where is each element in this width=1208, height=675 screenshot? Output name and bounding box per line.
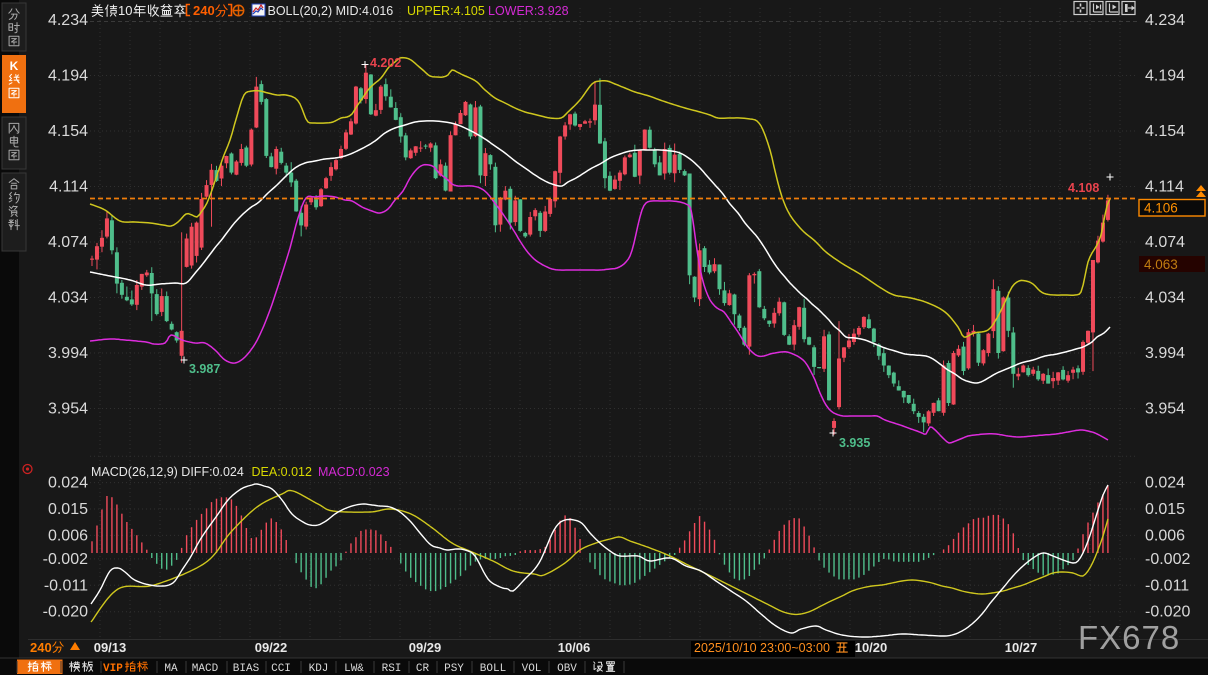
svg-text:09/13: 09/13	[94, 640, 127, 655]
svg-text:09/22: 09/22	[255, 640, 288, 655]
svg-text:BOLL: BOLL	[480, 663, 506, 675]
svg-text:4.074: 4.074	[1145, 234, 1185, 251]
svg-text:10: 10	[118, 3, 132, 18]
svg-text:09/29: 09/29	[409, 640, 442, 655]
svg-text:3.935: 3.935	[839, 436, 870, 450]
svg-text:10/27: 10/27	[1005, 640, 1038, 655]
svg-text:4.154: 4.154	[48, 123, 88, 140]
svg-text:-0.002: -0.002	[1145, 551, 1190, 568]
svg-text:FX678: FX678	[1078, 619, 1180, 656]
svg-text:2025/10/10 23:00~03:00: 2025/10/10 23:00~03:00	[694, 641, 830, 655]
svg-text:4.063: 4.063	[1144, 257, 1178, 272]
svg-text:0.006: 0.006	[48, 527, 88, 544]
svg-text:VOL: VOL	[522, 663, 542, 675]
svg-text:3.987: 3.987	[189, 362, 220, 376]
svg-text:LOWER:3.928: LOWER:3.928	[488, 4, 569, 18]
svg-text:3.994: 3.994	[1145, 345, 1185, 362]
svg-text:-0.002: -0.002	[43, 551, 88, 568]
svg-text:VIP: VIP	[103, 663, 123, 675]
svg-text:KDJ: KDJ	[309, 663, 329, 675]
svg-text:DEA:0.012: DEA:0.012	[252, 465, 313, 479]
svg-text:4.194: 4.194	[48, 68, 88, 85]
svg-text:4.202: 4.202	[370, 56, 401, 70]
svg-text:4.034: 4.034	[48, 290, 88, 307]
svg-text:4.108: 4.108	[1068, 181, 1099, 195]
svg-text:K: K	[10, 59, 19, 73]
svg-text:CR: CR	[416, 663, 430, 675]
svg-text:MACD:0.023: MACD:0.023	[318, 465, 390, 479]
svg-text:BOLL(20,2) MID:4.016: BOLL(20,2) MID:4.016	[268, 4, 394, 18]
svg-text:-0.020: -0.020	[43, 604, 88, 621]
svg-text:4.106: 4.106	[1144, 201, 1178, 216]
svg-text:10/20: 10/20	[855, 640, 888, 655]
svg-text:-0.011: -0.011	[44, 577, 88, 594]
svg-text:0.015: 0.015	[48, 501, 88, 518]
svg-text:CCI: CCI	[271, 663, 291, 675]
svg-text:UPPER:4.105: UPPER:4.105	[407, 4, 485, 18]
svg-text:RSI: RSI	[382, 663, 402, 675]
svg-text:MA: MA	[164, 663, 178, 675]
svg-text:4.234: 4.234	[1145, 12, 1185, 29]
svg-text:4.154: 4.154	[1145, 123, 1185, 140]
svg-text:0.015: 0.015	[1145, 501, 1185, 518]
svg-text:240: 240	[30, 640, 52, 655]
svg-text:4.234: 4.234	[48, 12, 88, 29]
svg-text:4.114: 4.114	[49, 179, 88, 196]
svg-text:3.954: 3.954	[48, 401, 88, 418]
svg-text:LW&: LW&	[344, 663, 364, 675]
svg-text:PSY: PSY	[444, 663, 464, 675]
svg-text:10/06: 10/06	[558, 640, 591, 655]
svg-text:3.954: 3.954	[1145, 401, 1185, 418]
svg-text:3.994: 3.994	[48, 345, 88, 362]
svg-text:0.024: 0.024	[1145, 475, 1185, 492]
svg-text:MACD: MACD	[192, 663, 219, 675]
svg-text:4.034: 4.034	[1145, 290, 1185, 307]
svg-text:OBV: OBV	[557, 663, 577, 675]
svg-text:240: 240	[193, 3, 215, 18]
svg-text:4.114: 4.114	[1145, 179, 1184, 196]
svg-text:0.024: 0.024	[48, 475, 88, 492]
svg-text:4.194: 4.194	[1145, 68, 1185, 85]
svg-text:4.074: 4.074	[48, 234, 88, 251]
svg-text:-0.011: -0.011	[1145, 577, 1189, 594]
svg-text:0.006: 0.006	[1145, 527, 1185, 544]
svg-text:BIAS: BIAS	[233, 663, 260, 675]
svg-text:MACD(26,12,9) DIFF:0.024: MACD(26,12,9) DIFF:0.024	[91, 465, 244, 479]
